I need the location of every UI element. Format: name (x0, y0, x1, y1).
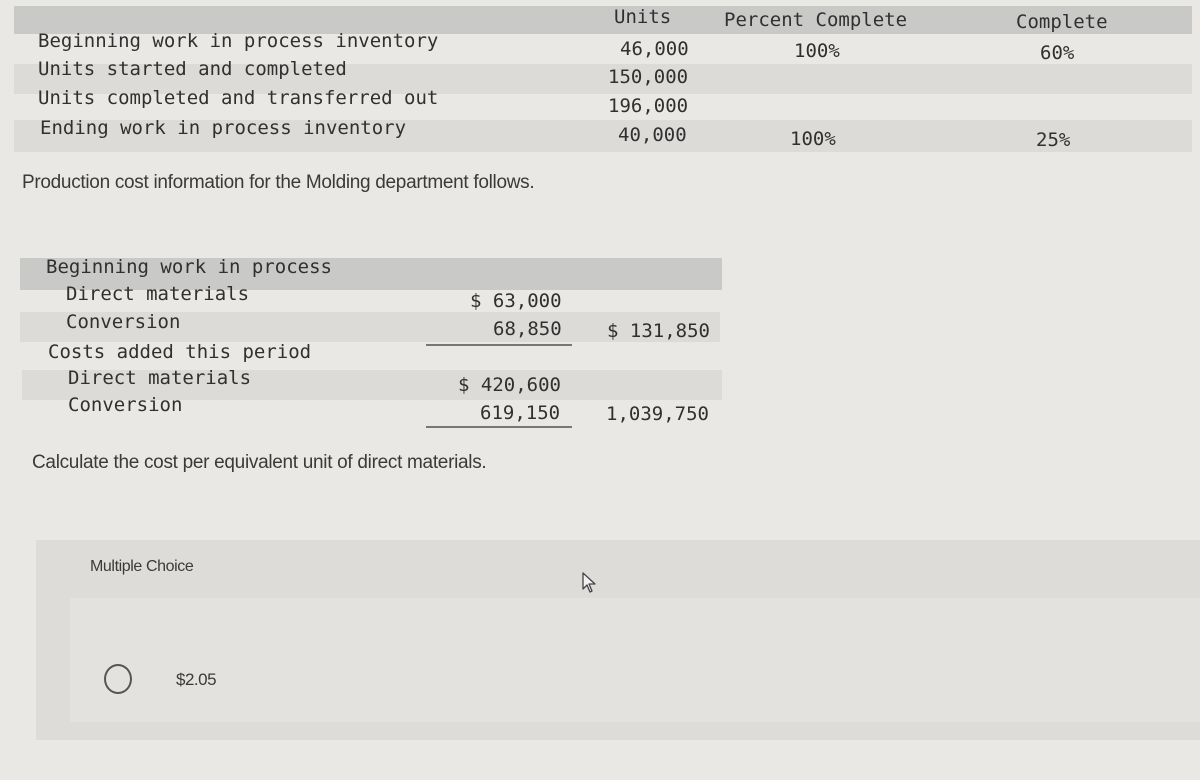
question-text: Calculate the cost per equivalent unit o… (32, 452, 487, 473)
row-units: 46,000 (620, 38, 689, 60)
row-label: Units started and completed (38, 58, 347, 80)
added-dm-value: $ 420,600 (458, 374, 561, 396)
beginning-wip-label: Beginning work in process (46, 256, 332, 278)
row-label: Beginning work in process inventory (38, 30, 439, 52)
choice-radio-button[interactable] (104, 664, 132, 694)
beginning-conversion-label: Conversion (66, 311, 181, 333)
row-materials-pct: 100% (794, 40, 840, 62)
beginning-wip-total: $ 131,850 (607, 320, 710, 342)
row-units: 150,000 (608, 66, 689, 88)
beginning-conversion-value: 68,850 (493, 318, 562, 340)
costs-added-total: 1,039,750 (606, 403, 709, 425)
beginning-dm-value: $ 63,000 (470, 290, 562, 312)
mouse-cursor-icon (582, 572, 596, 593)
row-materials-pct: 100% (790, 128, 836, 150)
subtotal-rule (426, 426, 572, 428)
row-conversion-pct: 60% (1040, 42, 1075, 64)
row-conversion-pct: 25% (1036, 129, 1071, 151)
header-units: Units (614, 6, 672, 28)
subtotal-rule (426, 344, 572, 346)
header-percent-complete-conversion: Complete (1016, 11, 1108, 33)
row-units: 196,000 (608, 95, 689, 117)
row-units: 40,000 (618, 124, 687, 146)
row-label: Units completed and transferred out (38, 87, 439, 109)
choice-option[interactable] (70, 598, 1200, 722)
choice-option-text[interactable]: $2.05 (176, 670, 217, 690)
added-conversion-value: 619,150 (480, 402, 561, 424)
row-label: Ending work in process inventory (40, 117, 407, 139)
costs-added-label: Costs added this period (48, 341, 312, 363)
added-dm-label: Direct materials (68, 367, 252, 389)
multiple-choice-label: Multiple Choice (90, 558, 194, 575)
added-conversion-label: Conversion (68, 394, 183, 416)
beginning-dm-label: Direct materials (66, 283, 250, 305)
intro-text: Production cost information for the Mold… (22, 172, 535, 193)
header-percent-complete-materials: Percent Complete (724, 9, 908, 31)
